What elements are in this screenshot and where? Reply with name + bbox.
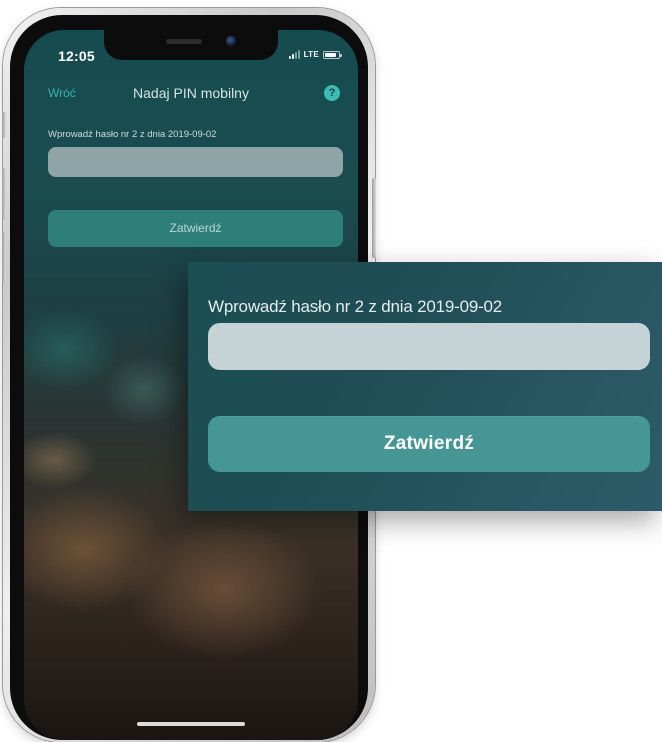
status-indicators: LTE xyxy=(288,50,342,59)
network-type: LTE xyxy=(303,50,319,59)
notch xyxy=(104,30,278,60)
zoom-password-label: Wprowadź hasło nr 2 z dnia 2019-09-02 xyxy=(208,297,503,316)
mute-switch xyxy=(2,112,6,138)
home-indicator xyxy=(137,722,245,726)
front-camera-icon xyxy=(226,36,236,46)
help-icon[interactable]: ? xyxy=(324,85,340,101)
power-button xyxy=(372,178,376,258)
speaker-grille xyxy=(166,39,202,44)
status-time: 12:05 xyxy=(58,48,95,64)
volume-up-button xyxy=(2,168,6,220)
zoom-password-input[interactable] xyxy=(208,323,650,370)
page-title: Nadaj PIN mobilny xyxy=(133,85,249,101)
battery-icon xyxy=(323,50,342,59)
password-label: Wprowadź hasło nr 2 z dnia 2019-09-02 xyxy=(48,129,217,140)
submit-button[interactable]: Zatwierdź xyxy=(48,210,343,247)
volume-down-button xyxy=(2,232,6,284)
zoom-submit-button[interactable]: Zatwierdź xyxy=(208,416,650,472)
zoom-callout: Wprowadź hasło nr 2 z dnia 2019-09-02 Za… xyxy=(188,262,662,511)
signal-icon xyxy=(288,50,300,59)
screenshot-stage: 12:05 LTE Wróć Nadaj PIN mobilny ? Wprow… xyxy=(0,0,662,742)
password-input[interactable] xyxy=(48,147,343,177)
